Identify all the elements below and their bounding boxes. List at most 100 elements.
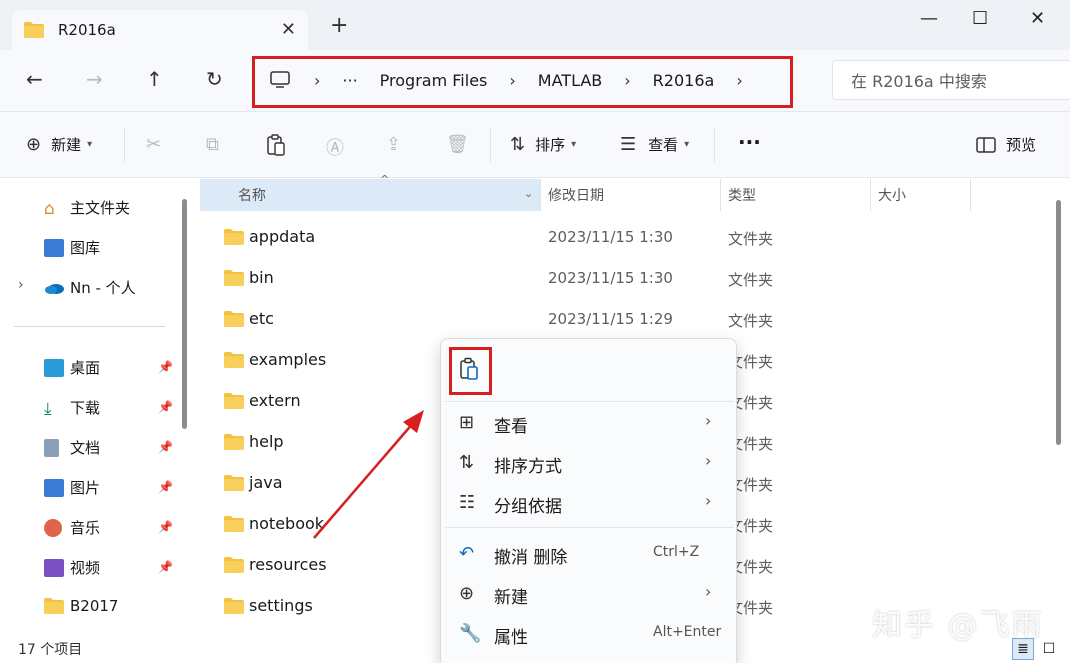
menu-item-properties[interactable]: 🔧 属性 Alt+Enter: [441, 614, 738, 652]
rename-button[interactable]: Ⓐ: [326, 134, 344, 160]
toolbar-divider: [124, 128, 125, 162]
column-divider[interactable]: [970, 179, 971, 211]
column-name[interactable]: 名称: [200, 179, 540, 211]
tab-close-icon[interactable]: ✕: [281, 19, 296, 40]
download-icon: ⤓: [44, 398, 52, 419]
column-size[interactable]: 大小: [878, 179, 968, 211]
expand-chevron-icon[interactable]: ›: [18, 277, 24, 293]
breadcrumb-ellipsis[interactable]: ···: [342, 71, 357, 90]
menu-item-group-by[interactable]: ☷ 分组依据 ›: [441, 483, 738, 521]
address-bar[interactable]: › ··· Program Files › MATLAB › R2016a ›: [262, 60, 743, 100]
sidebar-item-home[interactable]: ⌂ 主文件夹: [44, 197, 130, 219]
sidebar-item-gallery[interactable]: 图库: [44, 237, 100, 258]
sidebar-scrollbar[interactable]: [182, 199, 187, 429]
file-row[interactable]: etc 2023/11/15 1:29 文件夹: [200, 299, 1050, 340]
up-arrow-icon[interactable]: ↑: [146, 67, 163, 91]
rename-icon: Ⓐ: [326, 138, 344, 159]
toolbar-divider: [714, 128, 715, 162]
file-type: 文件夹: [728, 230, 774, 248]
sort-arrows-icon: ⇅: [459, 452, 475, 473]
menu-item-view[interactable]: ⊞ 查看 ›: [441, 403, 738, 441]
chevron-down-icon: ▾: [571, 139, 577, 150]
menu-item-undo-delete[interactable]: ↶ 撤消 删除 Ctrl+Z: [441, 534, 738, 572]
title-bar: R2016a ✕ + — ☐ ✕: [0, 0, 1070, 50]
breadcrumb-program-files[interactable]: Program Files: [380, 71, 488, 90]
sort-caret-icon: ^: [380, 173, 390, 186]
file-row[interactable]: bin 2023/11/15 1:30 文件夹: [200, 258, 1050, 299]
folder-icon: [224, 352, 244, 368]
group-list-icon: ☷: [459, 492, 476, 513]
close-window-button[interactable]: ✕: [1030, 8, 1045, 29]
sidebar-item-desktop[interactable]: 桌面: [44, 357, 100, 378]
file-type: 文件夹: [728, 271, 774, 289]
pin-icon[interactable]: 📌: [158, 400, 173, 414]
file-row[interactable]: appdata 2023/11/15 1:30 文件夹: [200, 217, 1050, 258]
maximize-button[interactable]: ☐: [972, 8, 988, 29]
sidebar-item-videos[interactable]: 视频: [44, 557, 100, 578]
file-list-scrollbar[interactable]: [1056, 200, 1061, 445]
pin-icon[interactable]: 📌: [158, 440, 173, 454]
list-lines-icon: ☰: [620, 134, 637, 155]
copy-button[interactable]: ⧉: [206, 134, 219, 155]
column-type[interactable]: 类型: [728, 179, 868, 211]
minimize-button[interactable]: —: [920, 8, 938, 29]
file-name: appdata: [249, 227, 316, 246]
paste-button[interactable]: [266, 134, 286, 156]
column-date[interactable]: 修改日期: [548, 179, 718, 211]
sort-button[interactable]: ⇅ 排序 ▾: [510, 134, 576, 155]
refresh-icon[interactable]: ↻: [206, 67, 223, 91]
scissors-icon: ✂: [146, 134, 162, 155]
pin-icon[interactable]: 📌: [158, 360, 173, 374]
view-button[interactable]: ☰ 查看 ▾: [620, 134, 689, 155]
wrench-icon: 🔧: [459, 623, 482, 644]
column-divider[interactable]: [720, 179, 721, 211]
new-button[interactable]: ⊕ 新建 ▾: [26, 134, 92, 155]
chevron-right-icon[interactable]: ›: [736, 71, 742, 90]
delete-button[interactable]: 🗑: [446, 134, 469, 155]
documents-icon: [44, 438, 59, 457]
sidebar-item-b2017[interactable]: B2017: [44, 597, 118, 615]
menu-item-new[interactable]: ⊕ 新建 ›: [441, 574, 738, 612]
share-button[interactable]: ⇪: [386, 134, 401, 155]
search-input[interactable]: 在 R2016a 中搜索: [832, 60, 1070, 100]
sidebar-item-documents[interactable]: 文档: [44, 437, 100, 458]
tiles-view-icon: ☐: [1042, 641, 1056, 657]
pin-icon[interactable]: 📌: [158, 520, 173, 534]
preview-pane-button[interactable]: 预览: [976, 134, 1036, 155]
shortcut-ctrl-z: Ctrl+Z: [653, 544, 700, 560]
breadcrumb-matlab[interactable]: MATLAB: [538, 71, 602, 90]
column-header-row: 名称 ^ ⌄ 修改日期 类型 大小: [200, 173, 1060, 211]
tab-r2016a[interactable]: R2016a ✕: [12, 10, 308, 50]
command-bar: ⊕ 新建 ▾ ✂ ⧉ Ⓐ ⇪ 🗑 ⇅ 排序 ▾ ☰ 查看 ▾ ··· 预览: [0, 112, 1070, 178]
sort-arrows-icon: ⇅: [510, 134, 526, 155]
onedrive-icon: [45, 283, 64, 294]
new-tab-button[interactable]: +: [330, 15, 348, 37]
file-date: 2023/11/15 1:29: [548, 310, 673, 328]
music-icon: [44, 518, 62, 537]
sidebar-item-pictures[interactable]: 图片: [44, 477, 100, 498]
chevron-right-icon: ›: [314, 70, 321, 90]
plus-circle-icon: ⊕: [26, 134, 42, 155]
clipboard-icon: [267, 134, 285, 156]
column-divider[interactable]: [870, 179, 871, 211]
sidebar-item-music[interactable]: 音乐: [44, 517, 100, 538]
cut-button[interactable]: ✂: [146, 134, 161, 155]
sidebar-divider: [14, 326, 165, 327]
back-arrow-icon[interactable]: ←: [26, 67, 43, 91]
videos-icon: [44, 558, 64, 577]
watermark: 知乎 @飞雨: [872, 608, 1044, 643]
tab-title: R2016a: [58, 21, 116, 39]
chevron-down-icon[interactable]: ⌄: [524, 187, 533, 200]
breadcrumb-r2016a[interactable]: R2016a: [653, 71, 715, 90]
forward-arrow-icon[interactable]: →: [86, 67, 103, 91]
paste-highlight-box: [449, 347, 492, 395]
menu-divider: [445, 527, 734, 528]
sidebar-item-downloads[interactable]: ⤓ 下载: [44, 397, 100, 419]
pin-icon[interactable]: 📌: [158, 480, 173, 494]
pin-icon[interactable]: 📌: [158, 560, 173, 574]
chevron-right-icon: ›: [509, 70, 516, 90]
more-options-button[interactable]: ···: [738, 130, 761, 154]
menu-item-sort-by[interactable]: ⇅ 排序方式 ›: [441, 443, 738, 481]
column-divider[interactable]: [540, 179, 541, 211]
sidebar-item-onedrive[interactable]: Nn - 个人: [44, 277, 136, 298]
